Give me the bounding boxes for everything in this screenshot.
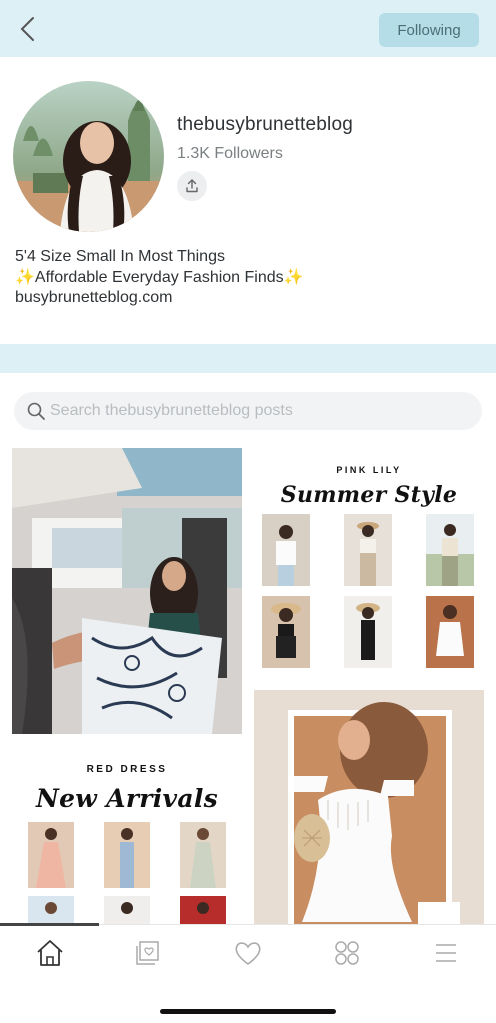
outfit-thumbnail — [28, 822, 74, 888]
outfit-thumbnail — [426, 514, 474, 586]
grid-icon — [335, 941, 359, 965]
post-summer-style[interactable]: PINK LILY Summer Style — [254, 448, 484, 678]
outfit-thumbnail — [344, 596, 392, 668]
outfit-thumbnail — [104, 896, 150, 924]
section-divider — [0, 344, 496, 373]
bio-line: ✨Affordable Everyday Fashion Finds✨ — [15, 268, 304, 286]
profile-bio: 5'4 Size Small In Most Things ✨Affordabl… — [15, 247, 304, 309]
search-input[interactable] — [50, 392, 470, 430]
follower-count: 1.3K Followers — [177, 145, 283, 162]
profile-username: thebusybrunetteblog — [177, 114, 353, 135]
collage-brand: PINK LILY — [336, 465, 402, 475]
back-button[interactable] — [14, 14, 44, 44]
home-icon — [37, 940, 63, 966]
outfit-thumbnail — [262, 514, 310, 586]
profile-avatar[interactable] — [13, 81, 164, 232]
post-white-dress[interactable] — [254, 690, 484, 924]
outfit-thumbnail — [180, 896, 226, 924]
outfit-thumbnail — [344, 514, 392, 586]
bio-line: 5'4 Size Small In Most Things — [15, 248, 225, 265]
home-indicator — [160, 1009, 336, 1014]
search-icon — [27, 402, 45, 420]
following-button[interactable]: Following — [379, 13, 479, 47]
tab-menu[interactable] — [426, 937, 466, 969]
tab-home[interactable] — [30, 937, 70, 969]
photo-stack-icon — [136, 941, 159, 965]
post-car-tote[interactable] — [12, 448, 242, 734]
active-tab-indicator — [0, 923, 99, 926]
tab-collections[interactable] — [327, 937, 367, 969]
menu-icon — [436, 944, 456, 962]
outfit-thumbnail — [426, 596, 474, 668]
outfit-thumbnail — [28, 896, 74, 924]
share-button[interactable] — [177, 171, 207, 201]
chevron-left-icon — [20, 17, 34, 41]
collage-title: Summer Style — [280, 482, 458, 508]
outfit-thumbnail — [262, 596, 310, 668]
top-bar: Following — [0, 0, 496, 57]
share-upload-icon — [186, 179, 198, 193]
outfit-thumbnail — [180, 822, 226, 888]
outfit-thumbnail — [104, 822, 150, 888]
bio-link[interactable]: busybrunetteblog.com — [15, 288, 304, 309]
bottom-tab-bar — [0, 923, 496, 1023]
post-new-arrivals[interactable]: RED DRESS New Arrivals — [12, 746, 242, 924]
collage-brand: RED DRESS — [86, 764, 168, 775]
heart-icon — [235, 942, 261, 965]
collage-title: New Arrivals — [35, 784, 219, 813]
tab-favorites[interactable] — [228, 937, 268, 969]
tab-posts[interactable] — [128, 937, 168, 969]
search-bar[interactable] — [14, 392, 482, 430]
